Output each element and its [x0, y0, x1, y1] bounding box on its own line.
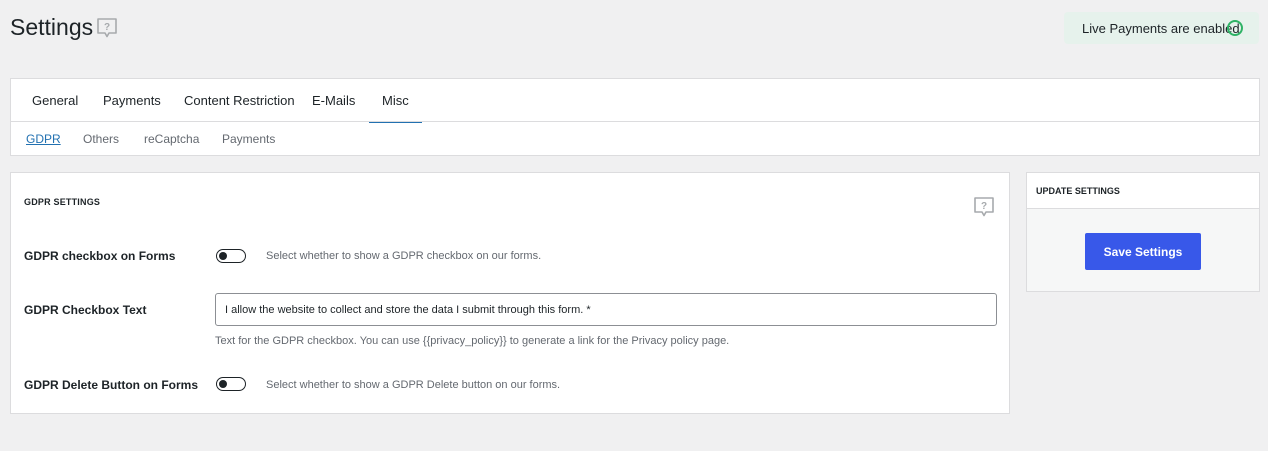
subtab-payments[interactable]: Payments — [222, 122, 275, 156]
update-settings-title: UPDATE SETTINGS — [1027, 173, 1259, 209]
live-status-circle-icon — [1227, 20, 1243, 36]
tab-misc[interactable]: Misc — [369, 79, 422, 123]
svg-text:?: ? — [104, 22, 110, 33]
gdpr-delete-button-description: Select whether to show a GDPR Delete but… — [266, 379, 561, 391]
gdpr-delete-button-label: GDPR Delete Button on Forms — [24, 378, 199, 392]
main-tab-bar: General Payments Content Restriction E-M… — [11, 79, 1259, 123]
gdpr-checkbox-text-label: GDPR Checkbox Text — [24, 303, 147, 317]
gdpr-checkbox-text-input[interactable] — [215, 293, 997, 326]
help-icon[interactable]: ? — [973, 196, 995, 218]
toggle-knob — [219, 379, 227, 388]
gdpr-checkbox-description: Select whether to show a GDPR checkbox o… — [266, 250, 542, 262]
page-title: Settings — [10, 14, 94, 40]
gdpr-checkbox-text-help: Text for the GDPR checkbox. You can use … — [215, 335, 730, 347]
subtab-recaptcha[interactable]: reCaptcha — [144, 122, 199, 156]
gdpr-settings-card: GDPR SETTINGS ? GDPR checkbox on Forms S… — [10, 172, 1010, 414]
update-settings-card: UPDATE SETTINGS Save Settings — [1026, 172, 1260, 292]
tab-payments[interactable]: Payments — [103, 79, 161, 122]
toggle-knob — [219, 251, 227, 260]
tab-general[interactable]: General — [32, 79, 78, 122]
subtab-others[interactable]: Others — [83, 122, 119, 156]
live-payments-label: Live Payments are enabled — [1082, 20, 1240, 36]
card-title: GDPR SETTINGS — [24, 197, 101, 207]
tab-emails[interactable]: E-Mails — [312, 79, 355, 122]
settings-tabs: General Payments Content Restriction E-M… — [10, 78, 1260, 156]
save-settings-button[interactable]: Save Settings — [1085, 233, 1201, 270]
help-icon[interactable]: ? — [96, 17, 118, 39]
tab-content-restriction[interactable]: Content Restriction — [184, 79, 295, 122]
gdpr-checkbox-label: GDPR checkbox on Forms — [24, 249, 176, 263]
gdpr-delete-button-toggle[interactable] — [216, 377, 246, 391]
live-payments-status: Live Payments are enabled — [1064, 12, 1259, 44]
gdpr-checkbox-toggle[interactable] — [216, 249, 246, 263]
svg-text:?: ? — [981, 201, 987, 212]
subtab-gdpr[interactable]: GDPR — [26, 122, 61, 156]
sub-tab-bar: GDPR Others reCaptcha Payments — [11, 122, 1259, 156]
